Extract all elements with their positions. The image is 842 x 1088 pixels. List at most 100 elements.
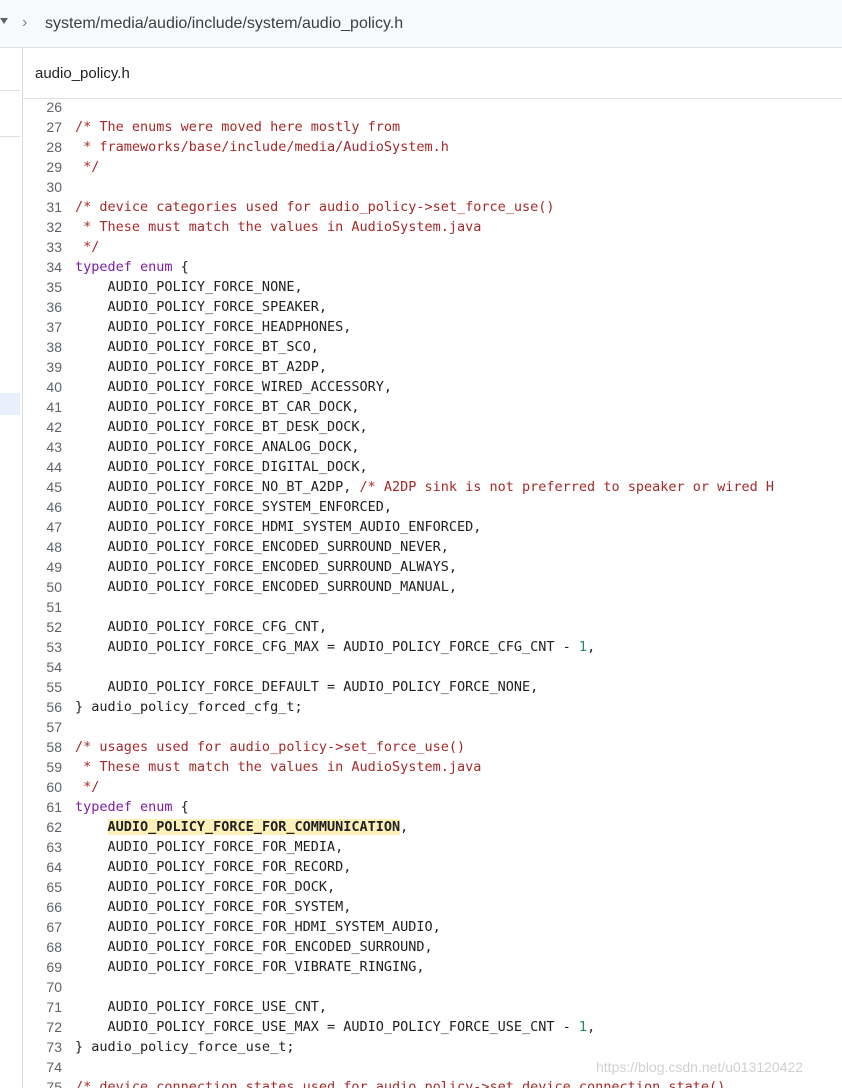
line-number[interactable]: 46 — [23, 497, 62, 517]
line-number[interactable]: 38 — [23, 337, 62, 357]
line-number[interactable]: 30 — [23, 177, 62, 197]
code-token: AUDIO_POLICY_FORCE_USE_MAX = AUDIO_POLIC… — [75, 1019, 579, 1035]
line-number[interactable]: 65 — [23, 877, 62, 897]
line-number[interactable]: 70 — [23, 977, 62, 997]
line-number[interactable]: 68 — [23, 937, 62, 957]
line-number[interactable]: 47 — [23, 517, 62, 537]
code-line: 39 AUDIO_POLICY_FORCE_BT_A2DP, — [23, 357, 842, 377]
code-text: */ — [75, 237, 99, 257]
line-number[interactable]: 48 — [23, 537, 62, 557]
line-number[interactable]: 36 — [23, 297, 62, 317]
line-number[interactable]: 44 — [23, 457, 62, 477]
code-text: AUDIO_POLICY_FORCE_HDMI_SYSTEM_AUDIO_ENF… — [75, 517, 482, 537]
line-number[interactable]: 74 — [23, 1057, 62, 1077]
code-comment: /* A2DP sink is not preferred to speaker… — [359, 479, 774, 495]
line-number[interactable]: 56 — [23, 697, 62, 717]
code-text: AUDIO_POLICY_FORCE_FOR_ENCODED_SURROUND, — [75, 937, 433, 957]
code-text: AUDIO_POLICY_FORCE_FOR_RECORD, — [75, 857, 352, 877]
line-number[interactable]: 67 — [23, 917, 62, 937]
code-token: AUDIO_POLICY_FORCE_ENCODED_SURROUND_ALWA… — [75, 559, 458, 575]
line-number[interactable]: 51 — [23, 597, 62, 617]
watermark: https://blog.csdn.net/u013120422 — [596, 1059, 804, 1075]
code-comment: */ — [75, 159, 100, 175]
code-line: 29 */ — [23, 157, 842, 177]
code-token: AUDIO_POLICY_FORCE_FOR_VIBRATE_RINGING, — [75, 959, 425, 975]
code-line: 72 AUDIO_POLICY_FORCE_USE_MAX = AUDIO_PO… — [23, 1017, 842, 1037]
code-token: { — [172, 799, 189, 815]
code-text: * These must match the values in AudioSy… — [75, 217, 481, 237]
code-line: 40 AUDIO_POLICY_FORCE_WIRED_ACCESSORY, — [23, 377, 842, 397]
line-number[interactable]: 40 — [23, 377, 62, 397]
code-line: 54 — [23, 657, 842, 677]
line-number[interactable]: 57 — [23, 717, 62, 737]
file-name: audio_policy.h — [35, 65, 130, 82]
line-number[interactable]: 73 — [23, 1037, 62, 1057]
line-number[interactable]: 28 — [23, 137, 62, 157]
code-line: 28 * frameworks/base/include/media/Audio… — [23, 137, 842, 157]
code-line: 61 typedef enum { — [23, 797, 842, 817]
line-number[interactable]: 58 — [23, 737, 62, 757]
code-text: AUDIO_POLICY_FORCE_SYSTEM_ENFORCED, — [75, 497, 392, 517]
line-number[interactable]: 75 — [23, 1077, 62, 1088]
code-text: AUDIO_POLICY_FORCE_NONE, — [75, 277, 303, 297]
line-number[interactable]: 72 — [23, 1017, 62, 1037]
code-text: typedef enum { — [75, 257, 189, 277]
line-number[interactable]: 64 — [23, 857, 62, 877]
line-number[interactable]: 35 — [23, 277, 62, 297]
code-line: 69 AUDIO_POLICY_FORCE_FOR_VIBRATE_RINGIN… — [23, 957, 842, 977]
code-line: 75 /* device connection states used for a… — [23, 1077, 842, 1088]
line-number[interactable]: 62 — [23, 817, 62, 837]
line-number[interactable]: 43 — [23, 437, 62, 457]
line-number[interactable]: 71 — [23, 997, 62, 1017]
code-line: 50 AUDIO_POLICY_FORCE_ENCODED_SURROUND_M… — [23, 577, 842, 597]
line-number[interactable]: 32 — [23, 217, 62, 237]
code-comment: * These must match the values in AudioSy… — [75, 759, 482, 775]
line-number[interactable]: 49 — [23, 557, 62, 577]
line-number[interactable]: 69 — [23, 957, 62, 977]
code-line: 64 AUDIO_POLICY_FORCE_FOR_RECORD, — [23, 857, 842, 877]
line-number[interactable]: 42 — [23, 417, 62, 437]
line-number[interactable]: 34 — [23, 257, 62, 277]
line-number[interactable]: 50 — [23, 577, 62, 597]
line-number[interactable]: 61 — [23, 797, 62, 817]
line-number[interactable]: 37 — [23, 317, 62, 337]
code-line: 63 AUDIO_POLICY_FORCE_FOR_MEDIA, — [23, 837, 842, 857]
collapse-triangle-icon[interactable] — [0, 18, 8, 24]
code-view[interactable]: 26 27 /* The enums were moved here mostly … — [23, 97, 842, 1088]
line-number[interactable]: 54 — [23, 657, 62, 677]
line-number[interactable]: 45 — [23, 477, 62, 497]
line-number[interactable]: 63 — [23, 837, 62, 857]
code-line: 48 AUDIO_POLICY_FORCE_ENCODED_SURROUND_N… — [23, 537, 842, 557]
code-keyword: typedef enum — [75, 259, 173, 275]
code-text: AUDIO_POLICY_FORCE_BT_A2DP, — [75, 357, 327, 377]
line-number[interactable]: 55 — [23, 677, 62, 697]
tree-selected-item[interactable] — [0, 393, 20, 415]
code-text: AUDIO_POLICY_FORCE_CFG_CNT, — [75, 617, 327, 637]
highlighted-symbol[interactable]: AUDIO_POLICY_FORCE_FOR_COMMUNICATION — [107, 819, 401, 835]
file-header: audio_policy.h — [23, 48, 842, 99]
line-number[interactable]: 39 — [23, 357, 62, 377]
tree-divider — [0, 90, 20, 91]
line-number[interactable]: 53 — [23, 637, 62, 657]
breadcrumb-path[interactable]: system/media/audio/include/system/audio_… — [45, 14, 403, 34]
code-token: AUDIO_POLICY_FORCE_BT_A2DP, — [75, 359, 327, 375]
line-number[interactable]: 66 — [23, 897, 62, 917]
line-number[interactable]: 26 — [23, 97, 62, 117]
code-line: 51 — [23, 597, 842, 617]
code-token: AUDIO_POLICY_FORCE_ANALOG_DOCK, — [75, 439, 360, 455]
code-token: AUDIO_POLICY_FORCE_SPEAKER, — [75, 299, 327, 315]
line-number[interactable]: 41 — [23, 397, 62, 417]
line-number[interactable]: 31 — [23, 197, 62, 217]
code-line: 44 AUDIO_POLICY_FORCE_DIGITAL_DOCK, — [23, 457, 842, 477]
code-text: AUDIO_POLICY_FORCE_FOR_COMMUNICATION, — [75, 817, 408, 837]
code-text: */ — [75, 777, 99, 797]
line-number[interactable]: 52 — [23, 617, 62, 637]
code-text: /* device categories used for audio_poli… — [75, 197, 555, 217]
code-text: AUDIO_POLICY_FORCE_FOR_VIBRATE_RINGING, — [75, 957, 425, 977]
line-number[interactable]: 59 — [23, 757, 62, 777]
line-number[interactable]: 27 — [23, 117, 62, 137]
code-token: AUDIO_POLICY_FORCE_ENCODED_SURROUND_NEVE… — [75, 539, 449, 555]
line-number[interactable]: 29 — [23, 157, 62, 177]
line-number[interactable]: 33 — [23, 237, 62, 257]
line-number[interactable]: 60 — [23, 777, 62, 797]
